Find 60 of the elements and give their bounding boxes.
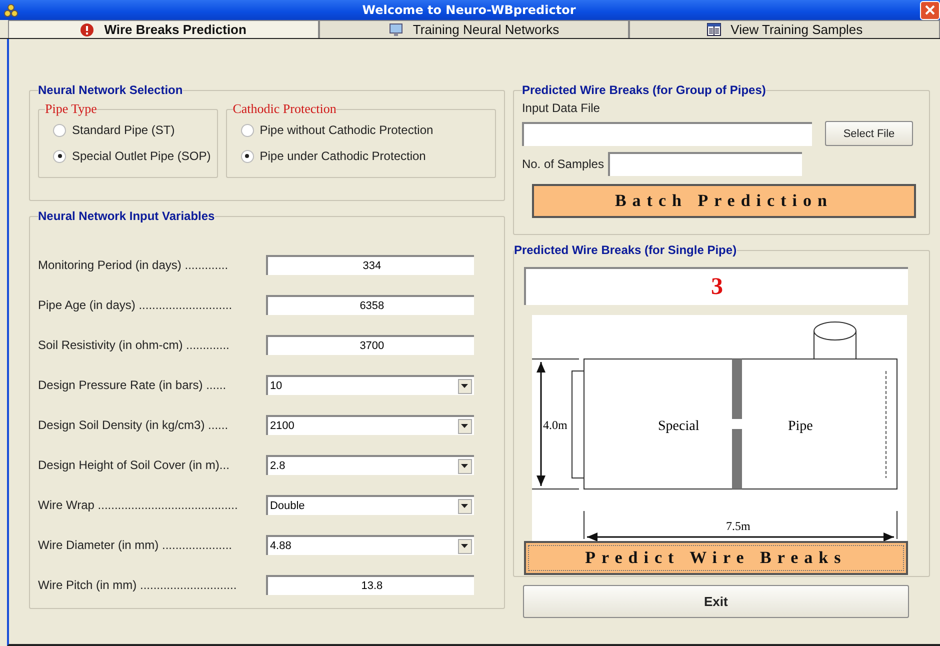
tab[interactable]: Training Neural Networks (318, 20, 630, 38)
warning-icon (80, 22, 94, 36)
dropdown-field[interactable]: Double (266, 495, 474, 515)
group-title: Predicted Wire Breaks (for Group of Pipes) (522, 83, 766, 97)
input-field[interactable] (608, 152, 802, 176)
group-title: Cathodic Protection (232, 101, 336, 117)
input-field[interactable]: 334 (266, 255, 474, 275)
tab[interactable]: Wire Breaks Prediction (8, 20, 319, 38)
caret-icon (458, 538, 472, 554)
window-title: Welcome to Neuro-WBpredictor (361, 3, 577, 17)
caret-icon (458, 458, 472, 474)
section-label: Pipe (788, 419, 813, 434)
option-label: Standard Pipe (ST) (72, 123, 175, 137)
field-label: Pipe Age (in days) ............................ (38, 298, 232, 312)
group-title: Pipe Type (45, 101, 97, 117)
radio-button[interactable] (53, 124, 66, 136)
exit-button[interactable]: Exit (522, 585, 909, 618)
caret-icon (458, 418, 472, 434)
field-label: Design Pressure Rate (in bars) ...... (38, 378, 226, 392)
dropdown-field[interactable]: 2100 (266, 415, 474, 435)
caret-icon (458, 378, 472, 394)
app-icon (4, 4, 18, 16)
dropdown-field[interactable]: 2.8 (266, 455, 474, 475)
tab[interactable]: View Training Samples (629, 20, 940, 38)
input-field[interactable]: 3700 (266, 335, 474, 355)
result-field: 3 (524, 267, 908, 305)
radio-button[interactable] (240, 150, 254, 162)
section-label: Special (658, 419, 700, 434)
field-label: Design Soil Density (in kg/cm3) ...... (38, 418, 228, 432)
input-field[interactable]: 6358 (266, 295, 474, 315)
monitor-icon (388, 22, 403, 36)
option-label: Pipe under Cathodic Protection (260, 149, 426, 163)
group-title: Predicted Wire Breaks (for Single Pipe) (514, 243, 737, 257)
dropdown-field[interactable]: 10 (266, 375, 474, 395)
input-field[interactable]: 13.8 (266, 575, 474, 595)
group-title: Neural Network Input Variables (38, 209, 215, 223)
field-label: Wire Wrap .......................................... (38, 498, 238, 512)
field-label: Design Height of Soil Cover (in m)... (38, 458, 230, 472)
dropdown-field[interactable]: 4.88 (266, 535, 474, 555)
close-button[interactable] (920, 0, 940, 20)
option-label: Special Outlet Pipe (SOP) (72, 149, 211, 163)
field-label: Soil Resistivity (in ohm-cm) ............. (38, 338, 230, 352)
group-title: Neural Network Selection (38, 83, 183, 97)
radio-button[interactable] (53, 150, 66, 162)
caret-icon (458, 498, 472, 514)
table-icon (706, 23, 721, 36)
field-label: Monitoring Period (in days) ............. (38, 258, 228, 272)
radio-button[interactable] (240, 124, 254, 136)
field-label: Input Data File (522, 101, 600, 115)
close-icon (925, 5, 935, 15)
field-label: Wire Diameter (in mm) ..................... (38, 538, 232, 552)
batch-prediction-button[interactable]: Batch Prediction (532, 184, 916, 218)
predict-button[interactable]: Predict Wire Breaks (524, 541, 908, 575)
height-label: 4.0m (542, 418, 568, 432)
field-label: Wire Pitch (in mm) ............................. (38, 578, 237, 592)
field-label: No. of Samples (522, 157, 604, 171)
select-file-button[interactable]: Select File (825, 121, 913, 146)
length-label: 7.5m (726, 519, 750, 533)
input-field[interactable] (522, 122, 812, 146)
option-label: Pipe without Cathodic Protection (260, 123, 434, 137)
